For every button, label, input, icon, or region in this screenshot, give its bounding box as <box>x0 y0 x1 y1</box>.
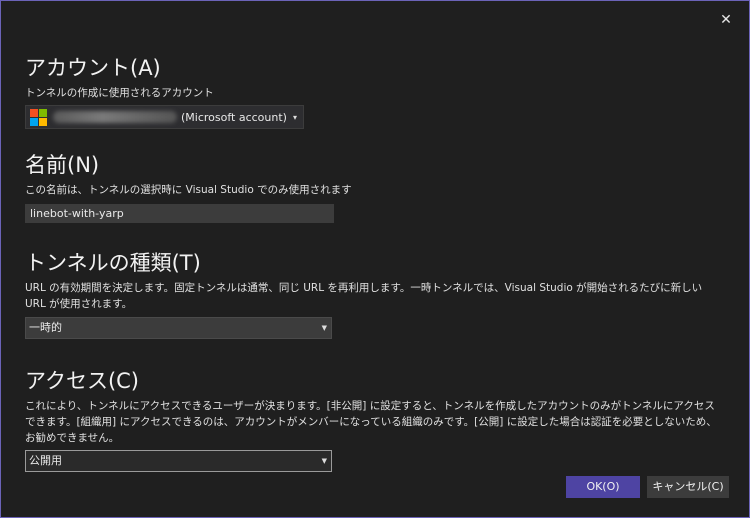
access-selected: 公開用 <box>29 454 62 467</box>
name-input[interactable]: linebot-with-yarp <box>25 204 334 223</box>
microsoft-logo-icon <box>30 108 47 126</box>
account-picker[interactable]: (Microsoft account) ▾ <box>25 105 304 129</box>
account-suffix: (Microsoft account) <box>181 110 287 124</box>
tunnel-type-section: トンネルの種類(T) URL の有効期間を決定します。固定トンネルは通常、同じ … <box>25 250 725 339</box>
name-heading: 名前(N) <box>25 153 100 177</box>
ok-button[interactable]: OK(O) <box>566 476 640 498</box>
tunnel-type-heading: トンネルの種類(T) <box>25 251 201 275</box>
tunnel-type-selected: 一時的 <box>29 321 62 334</box>
access-description: これにより、トンネルにアクセスできるユーザーが決まります。[非公開] に設定する… <box>25 400 717 444</box>
chevron-down-icon: ▼ <box>321 324 327 332</box>
tunnel-type-dropdown[interactable]: 一時的 ▼ <box>25 317 332 339</box>
name-description: この名前は、トンネルの選択時に Visual Studio でのみ使用されます <box>25 184 352 196</box>
access-section: アクセス(C) これにより、トンネルにアクセスできるユーザーが決まります。[非公… <box>25 368 725 472</box>
chevron-down-icon: ▼ <box>321 457 327 465</box>
name-section: 名前(N) この名前は、トンネルの選択時に Visual Studio でのみ使… <box>25 152 725 223</box>
blurred-account-email <box>53 111 177 123</box>
chevron-down-icon: ▾ <box>292 112 297 122</box>
account-section: アカウント(A) トンネルの作成に使用されるアカウント (Microsoft a… <box>25 55 725 129</box>
account-heading: アカウント(A) <box>25 56 161 80</box>
account-description: トンネルの作成に使用されるアカウント <box>25 87 214 99</box>
create-tunnel-dialog: ✕ アカウント(A) トンネルの作成に使用されるアカウント (Microsoft… <box>0 0 750 518</box>
access-dropdown[interactable]: 公開用 ▼ <box>25 450 332 472</box>
tunnel-type-description: URL の有効期間を決定します。固定トンネルは通常、同じ URL を再利用します… <box>25 282 703 310</box>
access-heading: アクセス(C) <box>25 369 139 393</box>
cancel-button[interactable]: キャンセル(C) <box>647 476 729 498</box>
close-icon[interactable]: ✕ <box>717 11 735 29</box>
